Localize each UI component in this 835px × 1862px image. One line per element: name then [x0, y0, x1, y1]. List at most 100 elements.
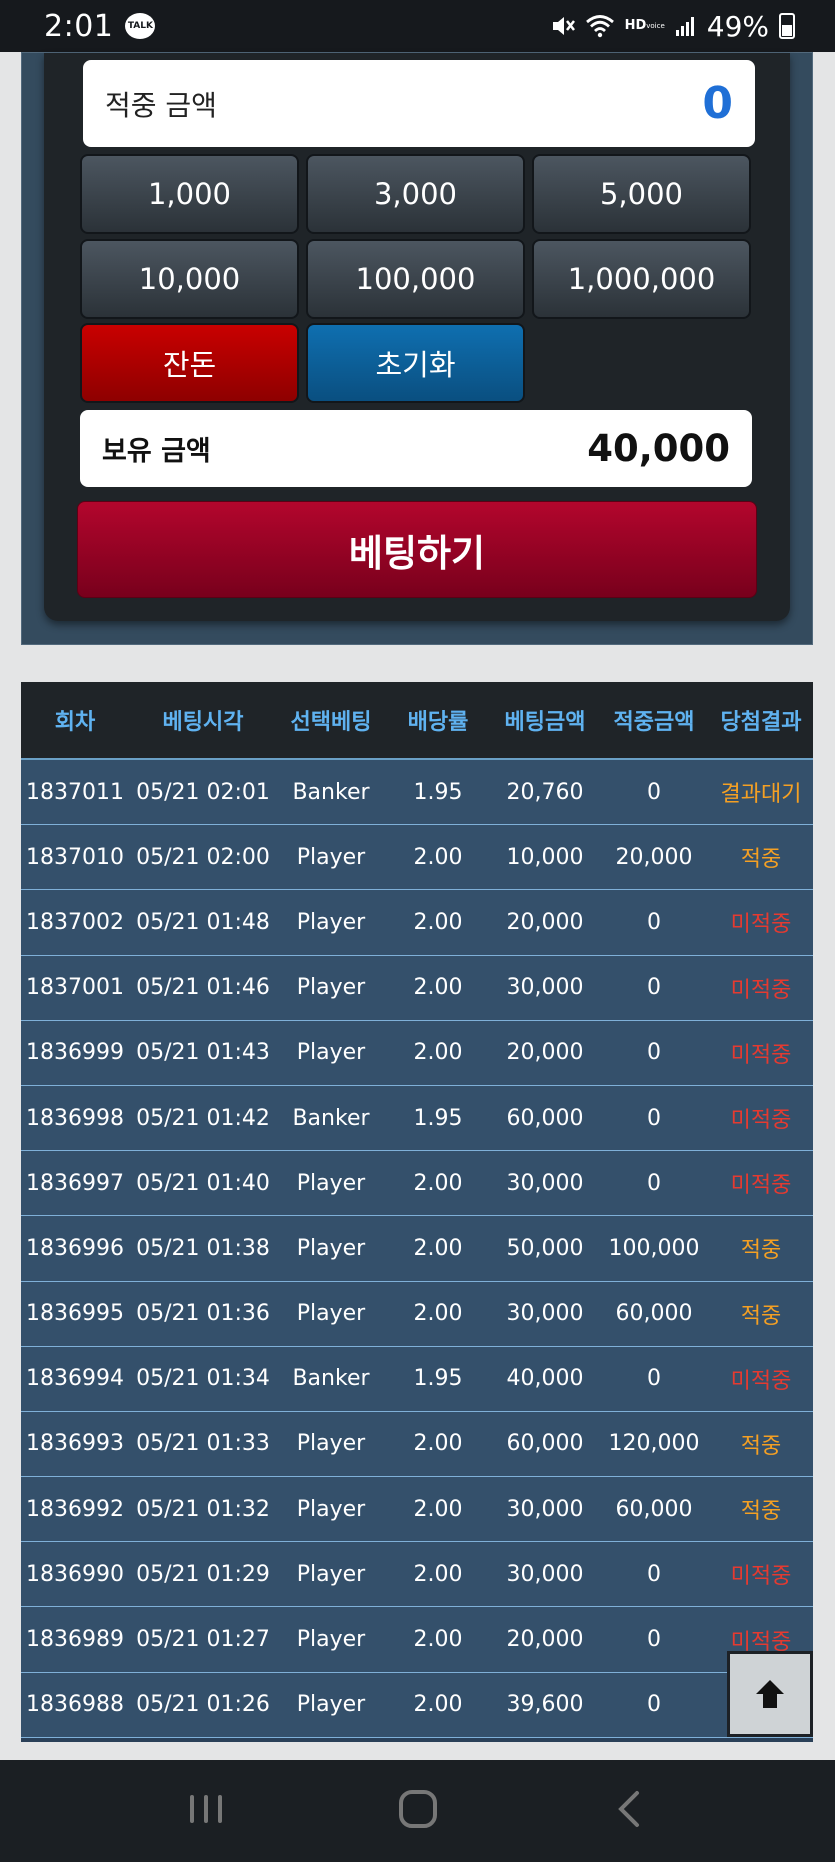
hit-amount-cell: 0	[647, 1561, 661, 1587]
round-cell: 1836989	[26, 1627, 124, 1653]
header-round: 회차	[54, 710, 96, 735]
hd-sub-label: voice	[646, 22, 665, 30]
reset-button[interactable]: 초기화	[306, 323, 525, 403]
table-row: 183698805/21 01:26Player2.0039,6000미적중	[21, 1672, 813, 1738]
balance-button[interactable]: 잔돈	[80, 323, 299, 403]
bet-amount-cell: 30,000	[506, 1170, 584, 1196]
table-row: 1837001 05/21 01:46 Player 2.00 30,000 0 미적중	[21, 955, 813, 1021]
android-nav-bar	[0, 1760, 835, 1862]
result-cell: 미적중	[730, 1564, 792, 1590]
result-cell: 적중	[740, 1238, 782, 1264]
bet-amount-cell: 30,000	[506, 1496, 584, 1522]
round-cell: 1836999	[26, 1040, 124, 1066]
status-icons: HD voice 49%	[549, 10, 795, 43]
bet-amount-cell: 20,000	[506, 1627, 584, 1653]
selection-cell: Player	[296, 1692, 366, 1718]
battery-icon	[779, 13, 795, 39]
result-cell: 미적중	[730, 1368, 792, 1394]
signal-icon	[675, 15, 697, 37]
selection-cell: Player	[296, 1496, 366, 1522]
chip-1000-button[interactable]: 1,000	[80, 154, 299, 234]
odds-cell: 2.00	[413, 909, 463, 935]
round-cell: 1836996	[26, 1235, 124, 1261]
odds-cell: 2.00	[413, 975, 463, 1001]
odds-cell: 2.00	[413, 1235, 463, 1261]
odds-cell: 1.95	[413, 779, 463, 805]
odds-cell: 2.00	[413, 1496, 463, 1522]
result-cell: 미적중	[730, 1108, 792, 1134]
status-time: 2:01	[44, 8, 114, 44]
hit-amount-label: 적중 금액	[105, 88, 217, 122]
bet-time-cell: 05/21 01:42	[136, 1105, 270, 1131]
odds-cell: 2.00	[413, 1627, 463, 1653]
hold-amount-value: 40,000	[587, 427, 730, 470]
round-cell: 1837002	[26, 909, 124, 935]
selection-cell: Player	[296, 1561, 366, 1587]
hit-amount-cell: 60,000	[615, 1496, 693, 1522]
round-cell: 1837011	[26, 779, 124, 805]
back-icon[interactable]	[610, 1789, 650, 1833]
bet-time-cell: 05/21 01:36	[136, 1301, 270, 1327]
bet-time-cell: 05/21 02:01	[136, 779, 270, 805]
header-odds: 배당률	[407, 710, 469, 735]
selection-cell: Player	[296, 909, 366, 935]
chip-3000-button[interactable]: 3,000	[306, 154, 525, 234]
bet-time-cell: 05/21 01:34	[136, 1366, 270, 1392]
hit-amount-cell: 0	[647, 779, 661, 805]
odds-cell: 2.00	[413, 1301, 463, 1327]
header-selection: 선택베팅	[290, 710, 372, 735]
odds-cell: 1.95	[413, 1105, 463, 1131]
selection-cell: Player	[296, 844, 366, 870]
result-cell: 적중	[740, 1499, 782, 1525]
odds-cell: 2.00	[413, 1561, 463, 1587]
selection-cell: Player	[296, 1170, 366, 1196]
round-cell: 1836995	[26, 1301, 124, 1327]
scroll-top-button[interactable]	[727, 1651, 813, 1737]
bet-time-cell: 05/21 01:38	[136, 1235, 270, 1261]
bet-history-table: 회차 베팅시각 선택베팅 배당률 베팅금액 적중금액 당첨결과 1837011 0…	[21, 682, 813, 1742]
hit-amount-cell: 0	[647, 1170, 661, 1196]
place-bet-button[interactable]: 베팅하기	[77, 501, 757, 598]
selection-cell: Player	[296, 975, 366, 1001]
chip-5000-button[interactable]: 5,000	[532, 154, 751, 234]
bet-amount-cell: 20,760	[506, 779, 584, 805]
bet-amount-cell: 39,600	[506, 1692, 584, 1718]
header-result: 당첨결과	[720, 710, 802, 735]
table-body: 1837011 05/21 02:01 Banker 1.95 20,760 0 결과대기 1…	[21, 760, 813, 1738]
table-row: 1837011 05/21 02:01 Banker 1.95 20,760 0 결과대기	[21, 760, 813, 826]
bet-time-cell: 05/21 01:40	[136, 1170, 270, 1196]
hit-amount-cell: 60,000	[615, 1301, 693, 1327]
hd-voice-icon: HD voice	[625, 19, 665, 32]
chip-10000-button[interactable]: 10,000	[80, 239, 299, 319]
hit-amount-cell: 0	[647, 1105, 661, 1131]
result-cell: 적중	[740, 847, 782, 873]
table-row: 1836998 05/21 01:42 Banker 1.95 60,000 0 미적중	[21, 1085, 813, 1152]
table-row: 1836999 05/21 01:43 Player 2.00 20,000 0 미적중	[21, 1020, 813, 1086]
result-cell: 적중	[740, 1303, 782, 1329]
table-row: 1836993 05/21 01:33 Player 2.00 60,000 120,00…	[21, 1411, 813, 1478]
hit-amount-cell: 0	[647, 909, 661, 935]
home-icon[interactable]	[397, 1788, 439, 1834]
odds-cell: 2.00	[413, 1431, 463, 1457]
result-cell: 결과대기	[720, 782, 802, 808]
round-cell: 1836988	[26, 1692, 124, 1718]
selection-cell: Player	[296, 1040, 366, 1066]
bet-amount-cell: 50,000	[506, 1235, 584, 1261]
bet-amount-cell: 30,000	[506, 1301, 584, 1327]
table-row: 1836995 05/21 01:36 Player 2.00 30,000 60,000…	[21, 1281, 813, 1347]
selection-cell: Banker	[292, 779, 370, 805]
round-cell: 1836994	[26, 1366, 124, 1392]
bet-time-cell: 05/21 01:43	[136, 1040, 270, 1066]
hit-amount-cell: 0	[647, 975, 661, 1001]
chip-1000000-button[interactable]: 1,000,000	[532, 239, 751, 319]
bet-amount-cell: 10,000	[506, 844, 584, 870]
selection-cell: Player	[296, 1301, 366, 1327]
bet-time-cell: 05/21 01:46	[136, 975, 270, 1001]
hit-amount-cell: 0	[647, 1627, 661, 1653]
recent-apps-icon[interactable]	[186, 1789, 226, 1833]
wifi-icon	[585, 14, 615, 38]
selection-cell: Player	[296, 1431, 366, 1457]
chip-100000-button[interactable]: 100,000	[306, 239, 525, 319]
hit-amount-cell: 0	[647, 1366, 661, 1392]
bet-panel: 적중 금액 0 1,000 3,000 5,000 10,000 100,000…	[21, 52, 813, 645]
